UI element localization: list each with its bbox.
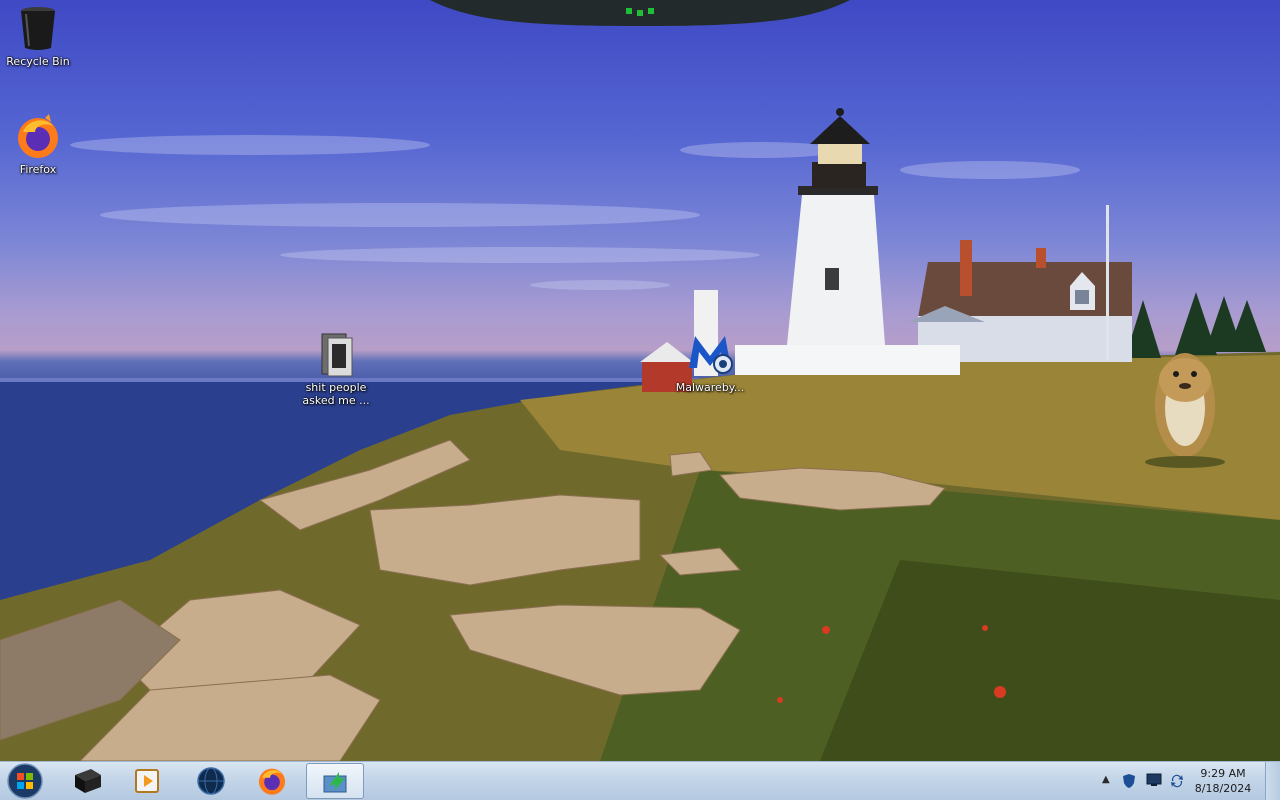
- firefox-label: Firefox: [19, 163, 57, 176]
- show-hidden-icons-arrow[interactable]: ▲: [1102, 774, 1110, 785]
- system-tray: ▲ 9:29 AM 8/18/2024: [1080, 762, 1280, 800]
- taskbar-media-player[interactable]: [120, 763, 174, 799]
- shield-icon[interactable]: [1122, 773, 1136, 789]
- top-gadget-bar[interactable]: [430, 0, 850, 26]
- system-clock[interactable]: 9:29 AM 8/18/2024: [1188, 766, 1258, 796]
- folder-label: shit people asked me ...: [302, 381, 370, 407]
- firefox-icon: [18, 114, 58, 158]
- taskbar-globe-app[interactable]: [184, 763, 238, 799]
- taskbar-active-app[interactable]: [306, 763, 364, 799]
- green-arrow-app-icon: [323, 772, 347, 793]
- start-button[interactable]: [4, 762, 46, 800]
- clock-date: 8/18/2024: [1194, 782, 1252, 795]
- firefox-shortcut[interactable]: Firefox: [0, 114, 76, 176]
- globe-app-icon: [197, 767, 225, 795]
- media-player-icon: [135, 769, 159, 793]
- windows-start-orb: [7, 763, 43, 799]
- taskbar: ▲ 9:29 AM 8/18/2024: [0, 761, 1280, 800]
- taskbar-firefox[interactable]: [245, 763, 299, 799]
- malwarebytes-label: Malwareby...: [675, 381, 745, 394]
- firefox-icon: [258, 768, 286, 795]
- network-icon[interactable]: [1146, 773, 1162, 787]
- malwarebytes-icon: [689, 336, 733, 374]
- recycle-bin-label: Recycle Bin: [6, 55, 70, 68]
- folder-icon: [321, 333, 353, 377]
- clock-time: 9:29 AM: [1200, 767, 1246, 780]
- desktop-wallpaper[interactable]: Recycle Bin Firefox shit people asked me…: [0, 0, 1280, 761]
- folder-shortcut[interactable]: shit people asked me ...: [298, 330, 374, 407]
- sync-icon[interactable]: [1170, 773, 1184, 789]
- show-desktop-button[interactable]: [1265, 762, 1280, 800]
- malwarebytes-shortcut[interactable]: Malwareby...: [672, 330, 748, 394]
- black-box-app-icon: [75, 769, 101, 793]
- recycle-bin-icon: [21, 7, 55, 50]
- lighthouse-landscape-wallpaper: [0, 108, 1280, 761]
- taskbar-pinned-app-1[interactable]: [60, 763, 114, 799]
- recycle-bin-shortcut[interactable]: Recycle Bin: [0, 4, 76, 68]
